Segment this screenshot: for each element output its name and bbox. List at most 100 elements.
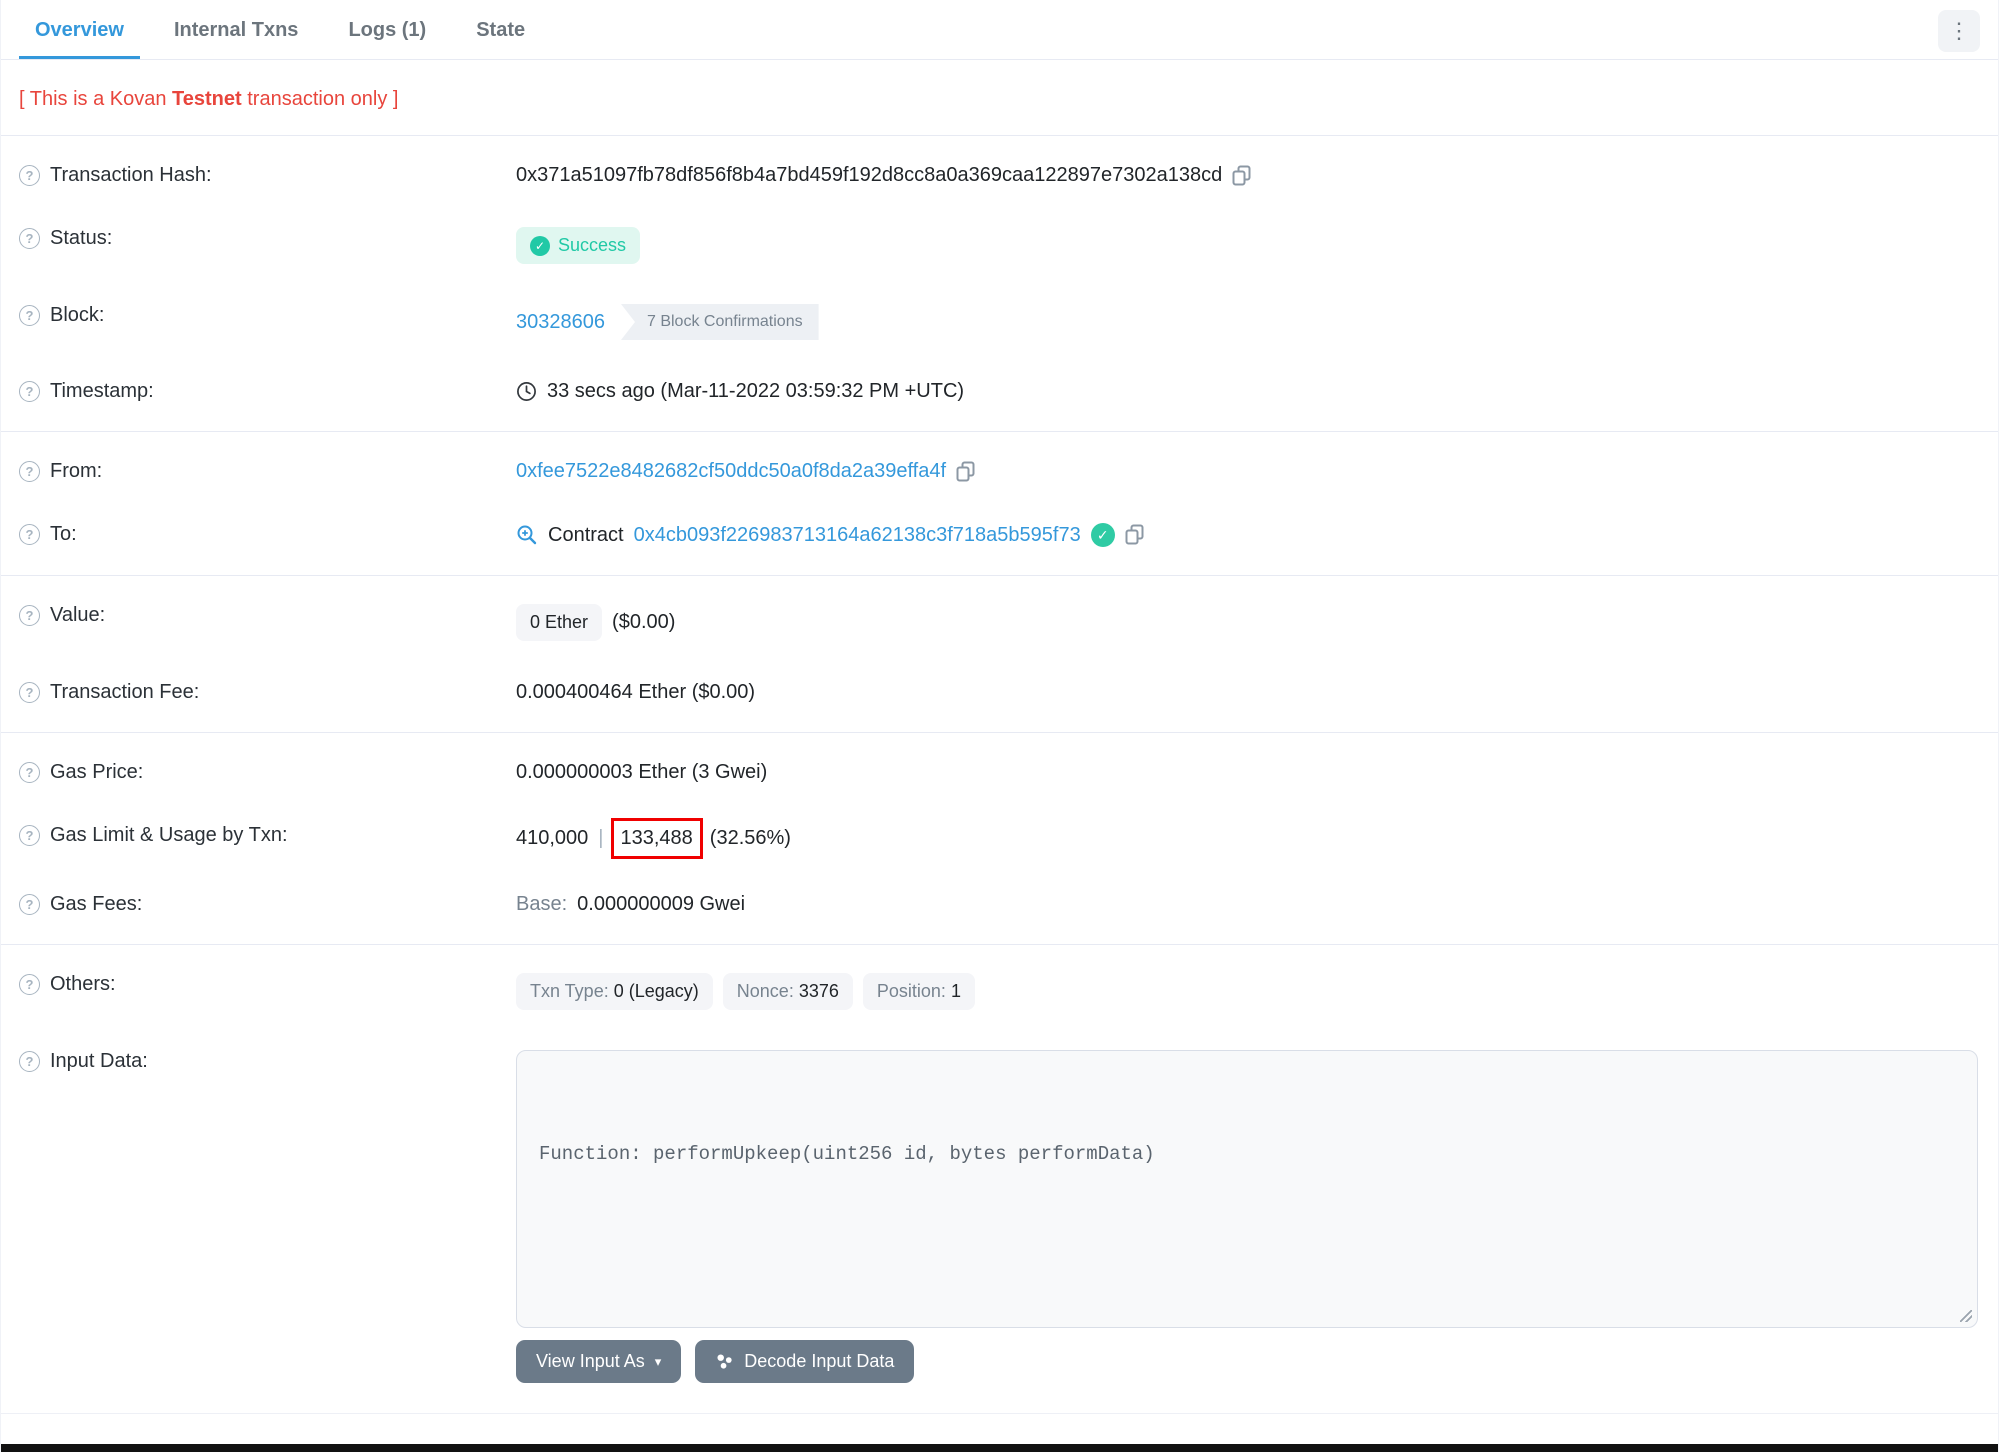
gas-used-value: 133,488 — [620, 827, 693, 849]
row-gas-fees: ? Gas Fees: Base: 0.000000009 Gwei — [1, 873, 1998, 936]
help-icon[interactable]: ? — [19, 1051, 40, 1072]
section-overview-top: ? Transaction Hash: 0x371a51097fb78df856… — [1, 136, 1998, 431]
copy-icon[interactable] — [956, 461, 976, 483]
section-gas: ? Gas Price: 0.000000003 Ether (3 Gwei) … — [1, 733, 1998, 944]
help-icon[interactable]: ? — [19, 305, 40, 326]
help-icon[interactable]: ? — [19, 762, 40, 783]
status-badge: ✓ Success — [516, 227, 641, 264]
position-label: Position: — [876, 981, 946, 1001]
notice-bold: Testnet — [172, 88, 242, 110]
tab-overview[interactable]: Overview — [19, 3, 140, 59]
view-input-as-label: View Input As — [536, 1351, 645, 1371]
tab-state[interactable]: State — [460, 3, 541, 59]
help-icon[interactable]: ? — [19, 228, 40, 249]
row-block: ? Block: 30328606 7 Block Confirmations — [1, 284, 1998, 360]
nonce-badge: Nonce: 3376 — [722, 973, 853, 1010]
help-icon[interactable]: ? — [19, 974, 40, 995]
section-addresses: ? From: 0xfee7522e8482682cf50ddc50a0f8da… — [1, 432, 1998, 575]
to-contract-label: Contract — [548, 523, 624, 546]
nonce-label: Nonce: — [736, 981, 794, 1001]
timestamp-label: Timestamp: — [50, 380, 154, 402]
help-icon[interactable]: ? — [19, 825, 40, 846]
decode-icon — [715, 1352, 734, 1371]
view-input-as-button[interactable]: View Input As ▾ — [516, 1340, 682, 1383]
gas-fees-label: Gas Fees: — [50, 893, 143, 915]
block-number-link[interactable]: 30328606 — [516, 311, 605, 334]
row-gas-limit-usage: ? Gas Limit & Usage by Txn: 410,000 | 13… — [1, 804, 1998, 873]
row-transaction-hash: ? Transaction Hash: 0x371a51097fb78df856… — [1, 144, 1998, 207]
help-icon[interactable]: ? — [19, 381, 40, 402]
more-options-button[interactable]: ⋮ — [1938, 10, 1980, 52]
resize-handle[interactable] — [1960, 1310, 1972, 1322]
gas-separator: | — [598, 827, 604, 849]
help-icon[interactable]: ? — [19, 461, 40, 482]
gas-price-label: Gas Price: — [50, 761, 144, 783]
row-others: ? Others: Txn Type: 0 (Legacy) Nonce: 33… — [1, 953, 1998, 1030]
check-circle-icon: ✓ — [530, 235, 550, 256]
block-confirmations-badge: 7 Block Confirmations — [620, 304, 819, 340]
decode-input-data-label: Decode Input Data — [744, 1351, 895, 1371]
txn-type-value: 0 (Legacy) — [613, 981, 699, 1001]
row-gas-price: ? Gas Price: 0.000000003 Ether (3 Gwei) — [1, 741, 1998, 804]
input-methodid-line: MethodID: 0x7bbaf1ea — [539, 1325, 1955, 1327]
footer-edge — [1, 1444, 1998, 1452]
tab-internal-txns[interactable]: Internal Txns — [158, 3, 314, 59]
chevron-down-icon: ▾ — [654, 1353, 662, 1369]
divider — [1, 1413, 1998, 1414]
status-value: Success — [558, 235, 627, 255]
row-transaction-fee: ? Transaction Fee: 0.000400464 Ether ($0… — [1, 661, 1998, 724]
help-icon[interactable]: ? — [19, 165, 40, 186]
from-address-link[interactable]: 0xfee7522e8482682cf50ddc50a0f8da2a39effa… — [516, 460, 946, 483]
gas-base-label: Base: — [516, 893, 568, 915]
input-data-textarea[interactable]: Function: performUpkeep(uint256 id, byte… — [516, 1050, 1978, 1328]
clock-icon — [516, 381, 537, 402]
status-label: Status: — [50, 227, 113, 249]
help-icon[interactable]: ? — [19, 682, 40, 703]
verified-check-icon: ✓ — [1090, 523, 1115, 547]
row-input-data: ? Input Data: Function: performUpkeep(ui… — [1, 1030, 1998, 1403]
others-label: Others: — [50, 973, 116, 995]
txn-type-badge: Txn Type: 0 (Legacy) — [516, 973, 713, 1010]
row-to: ? To: Contract 0x4cb093f226983713164a621… — [1, 503, 1998, 567]
kebab-icon: ⋮ — [1948, 18, 1970, 43]
gas-limit-value: 410,000 — [516, 827, 589, 849]
copy-icon[interactable] — [1125, 524, 1145, 546]
to-label: To: — [50, 523, 77, 545]
gas-base-value: 0.000000009 Gwei — [577, 893, 746, 915]
section-value: ? Value: 0 Ether ($0.00) ? Transaction F… — [1, 576, 1998, 732]
testnet-notice: [ This is a Kovan Testnet transaction on… — [1, 60, 1998, 135]
row-status: ? Status: ✓ Success — [1, 207, 1998, 284]
transaction-hash-value: 0x371a51097fb78df856f8b4a7bd459f192d8cc8… — [516, 164, 1223, 186]
copy-icon[interactable] — [1232, 165, 1252, 187]
position-badge: Position: 1 — [862, 973, 975, 1010]
value-label: Value: — [50, 604, 106, 626]
transaction-fee-label: Transaction Fee: — [50, 681, 200, 703]
row-from: ? From: 0xfee7522e8482682cf50ddc50a0f8da… — [1, 440, 1998, 503]
input-data-label: Input Data: — [50, 1050, 148, 1072]
txn-type-label: Txn Type: — [530, 981, 609, 1001]
value-usd: ($0.00) — [612, 611, 676, 633]
to-address-link[interactable]: 0x4cb093f226983713164a62138c3f718a5b595f… — [634, 524, 1081, 547]
gas-limit-usage-label: Gas Limit & Usage by Txn: — [50, 824, 288, 846]
position-value: 1 — [950, 981, 961, 1001]
help-icon[interactable]: ? — [19, 524, 40, 545]
input-function-line: Function: performUpkeep(uint256 id, byte… — [539, 1143, 1155, 1165]
decode-input-data-button[interactable]: Decode Input Data — [695, 1340, 915, 1383]
nonce-value: 3376 — [798, 981, 839, 1001]
gas-price-value: 0.000000003 Ether (3 Gwei) — [516, 761, 768, 783]
notice-suffix: transaction only ] — [241, 88, 399, 110]
row-timestamp: ? Timestamp: 33 secs ago (Mar-11-2022 03… — [1, 360, 1998, 423]
transaction-hash-label: Transaction Hash: — [50, 164, 212, 186]
help-icon[interactable]: ? — [19, 605, 40, 626]
timestamp-value: 33 secs ago (Mar-11-2022 03:59:32 PM +UT… — [547, 380, 965, 402]
section-others: ? Others: Txn Type: 0 (Legacy) Nonce: 33… — [1, 945, 1998, 1411]
value-ether-badge: 0 Ether — [516, 604, 603, 641]
magnifier-plus-icon[interactable] — [516, 524, 538, 546]
tab-bar: Overview Internal Txns Logs (1) State ⋮ — [1, 0, 1998, 60]
gas-used-highlight-annotation: 133,488 — [610, 818, 703, 859]
tab-logs[interactable]: Logs (1) — [332, 3, 442, 59]
row-value: ? Value: 0 Ether ($0.00) — [1, 584, 1998, 661]
help-icon[interactable]: ? — [19, 894, 40, 915]
notice-prefix: [ This is a Kovan — [19, 88, 173, 110]
transaction-fee-value: 0.000400464 Ether ($0.00) — [516, 681, 756, 703]
